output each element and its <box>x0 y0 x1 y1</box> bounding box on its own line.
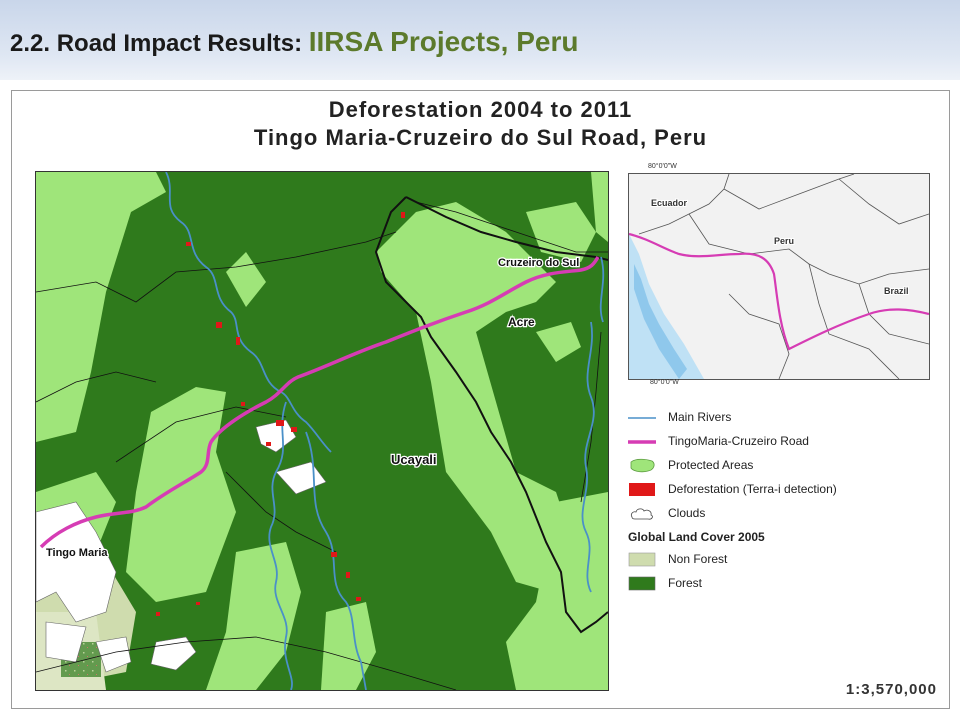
legend-label: Non Forest <box>668 552 728 566</box>
legend-label: TingoMaria-Cruzeiro Road <box>668 434 809 448</box>
inset-map: Ecuador Peru Brazil <box>628 173 930 380</box>
slide-title-subtitle: IIRSA Projects, Peru <box>308 26 579 57</box>
legend-land-cover-title: Global Land Cover 2005 <box>628 530 765 544</box>
label-acre: Acre <box>508 315 535 329</box>
legend-item-protected: Protected Areas <box>628 454 943 478</box>
inset-map-graphic: Ecuador Peru Brazil <box>629 174 929 379</box>
legend-label: Main Rivers <box>668 410 732 424</box>
map-scale: 1:3,570,000 <box>845 681 937 698</box>
protected-area-swatch-icon <box>630 458 655 473</box>
legend-label: Clouds <box>668 506 706 520</box>
legend-item-road: TingoMaria-Cruzeiro Road <box>628 430 943 454</box>
inset-label-peru: Peru <box>774 236 794 246</box>
slide-title-prefix: 2.2. Road Impact Results: <box>10 30 309 57</box>
label-cruzeiro-do-sul: Cruzeiro do Sul <box>498 257 579 269</box>
legend-item-non-forest: Non Forest <box>628 548 943 572</box>
legend-item-rivers: Main Rivers <box>628 406 943 430</box>
inset-label-brazil: Brazil <box>884 286 909 296</box>
road-line-icon <box>628 440 656 444</box>
legend-label: Forest <box>668 576 703 590</box>
map-title-line2: Tingo Maria-Cruzeiro do Sul Road, Peru <box>253 125 708 150</box>
map-title-line1: Deforestation 2004 to 2011 <box>328 97 633 122</box>
river-line-icon <box>628 417 656 419</box>
legend-item-deforestation: Deforestation (Terra-i detection) <box>628 478 943 502</box>
main-map-graphic: Cruzeiro do Sul Acre Ucayali Tingo Maria <box>36 172 608 690</box>
slide-title: 2.2. Road Impact Results: IIRSA Projects… <box>10 26 578 58</box>
main-map: Cruzeiro do Sul Acre Ucayali Tingo Maria <box>35 171 609 691</box>
legend-item-clouds: Clouds <box>628 502 943 526</box>
label-tingo-maria: Tingo Maria <box>46 547 108 559</box>
legend-label: Protected Areas <box>668 458 754 472</box>
legend-label: Deforestation (Terra-i detection) <box>668 482 837 496</box>
non-forest-swatch-icon <box>628 552 656 567</box>
slide-header: 2.2. Road Impact Results: IIRSA Projects… <box>0 0 960 80</box>
inset-label-ecuador: Ecuador <box>651 198 688 208</box>
cloud-outline-icon <box>630 508 653 520</box>
forest-swatch-icon <box>628 576 656 591</box>
inset-coord-top: 80°0'0"W <box>648 163 677 170</box>
inset-coord-bottom: 80°0'0"W <box>650 379 679 386</box>
legend-item-forest: Forest <box>628 572 943 596</box>
map-panel: Deforestation 2004 to 2011 Tingo Maria-C… <box>11 90 950 709</box>
map-legend: Main Rivers TingoMaria-Cruzeiro Road Pro… <box>628 406 943 596</box>
deforestation-swatch-icon <box>629 483 655 496</box>
label-ucayali: Ucayali <box>391 452 437 467</box>
